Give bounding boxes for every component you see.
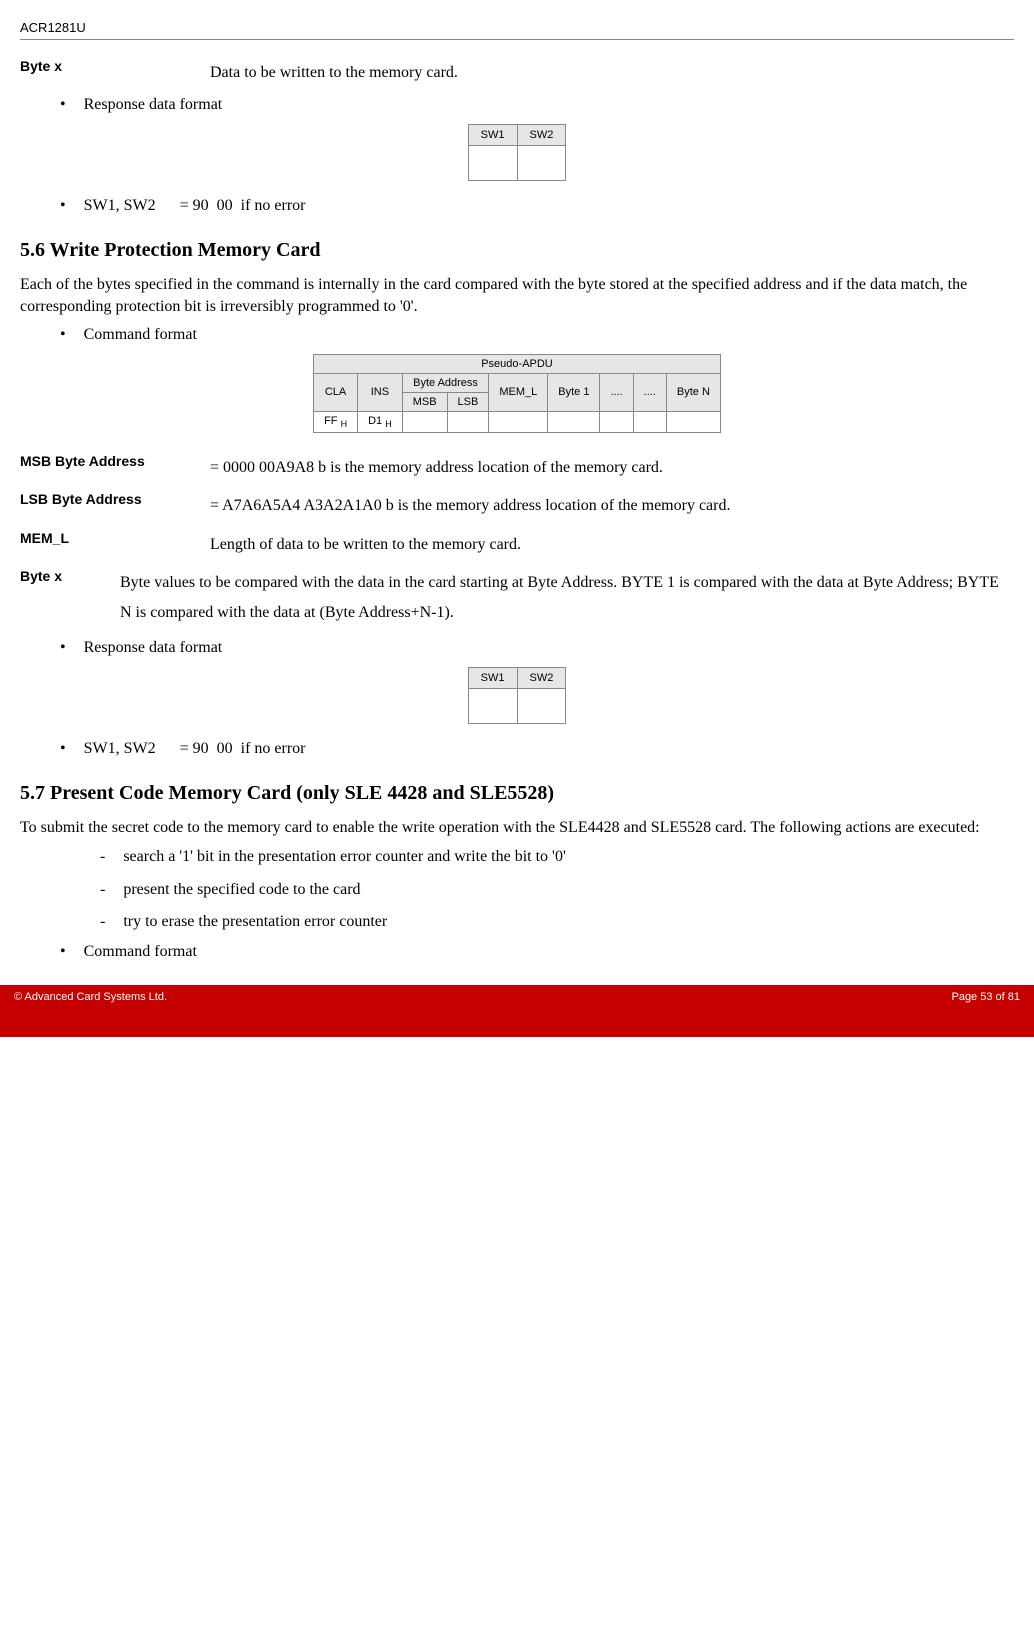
footer-left: © Advanced Card Systems Ltd.: [14, 991, 167, 1003]
bullet-icon: •: [60, 740, 66, 758]
command-format-label: Command format: [84, 326, 197, 344]
lsb-desc: = A7A6A5A4 A3A2A1A0 b is the memory addr…: [210, 491, 730, 521]
msb-label: MSB Byte Address: [20, 453, 210, 483]
sw-table-2: SW1 SW2: [468, 667, 567, 724]
sw2-header: SW2: [517, 667, 566, 688]
sw-table-1: SW1 SW2: [468, 124, 567, 181]
footer-right: Page 53 of 81: [951, 991, 1020, 1003]
apdu-title: Pseudo-APDU: [314, 354, 721, 373]
section-5-6-para: Each of the bytes specified in the comma…: [20, 274, 1014, 317]
dash-icon: -: [100, 879, 105, 901]
msb-desc: = 0000 00A9A8 b is the memory address lo…: [210, 453, 663, 483]
dash-item-3: - try to erase the presentation error co…: [100, 911, 1014, 933]
meml-row: MEM_L Length of data to be written to th…: [20, 530, 1014, 560]
dash-icon: -: [100, 846, 105, 868]
doc-header: ACR1281U: [20, 20, 1014, 40]
dash-3-text: try to erase the presentation error coun…: [123, 911, 387, 933]
byte-x-desc: Data to be written to the memory card.: [210, 58, 458, 88]
bullet-command-format: • Command format: [60, 326, 1014, 344]
response-data-format-label-2: Response data format: [84, 639, 223, 657]
dash-1-text: search a '1' bit in the presentation err…: [123, 846, 566, 868]
response-data-format-label: Response data format: [84, 96, 223, 114]
apdu-msb: MSB: [402, 392, 447, 411]
meml-label: MEM_L: [20, 530, 210, 560]
lsb-label: LSB Byte Address: [20, 491, 210, 521]
section-5-6-heading: 5.6 Write Protection Memory Card: [20, 239, 1014, 262]
dash-icon: -: [100, 911, 105, 933]
apdu-meml: MEM_L: [489, 373, 548, 411]
bytex-desc: Byte values to be compared with the data…: [120, 568, 1014, 629]
sw1-header: SW1: [468, 667, 517, 688]
lsb-row: LSB Byte Address = A7A6A5A4 A3A2A1A0 b i…: [20, 491, 1014, 521]
bullet-icon: •: [60, 197, 66, 215]
apdu-empty: [489, 411, 548, 432]
bullet-icon: •: [60, 943, 66, 961]
bytex-row: Byte x Byte values to be compared with t…: [20, 568, 1014, 629]
apdu-d1: D1 H: [358, 411, 403, 432]
apdu-byte1: Byte 1: [548, 373, 600, 411]
apdu-dots2: ....: [633, 373, 666, 411]
apdu-dots1: ....: [600, 373, 633, 411]
bullet-icon: •: [60, 326, 66, 344]
section-5-7-heading: 5.7 Present Code Memory Card (only SLE 4…: [20, 782, 1014, 805]
pseudo-apdu-table: Pseudo-APDU CLA INS Byte Address MEM_L B…: [313, 354, 721, 433]
byte-x-label: Byte x: [20, 58, 210, 88]
meml-desc: Length of data to be written to the memo…: [210, 530, 521, 560]
section-5-7-para: To submit the secret code to the memory …: [20, 817, 1014, 839]
apdu-lsb: LSB: [447, 392, 489, 411]
apdu-empty: [633, 411, 666, 432]
bullet-command-format-2: • Command format: [60, 943, 1014, 961]
sw2-cell: [517, 146, 566, 181]
sw1-header: SW1: [468, 125, 517, 146]
bullet-response-format-2: • Response data format: [60, 639, 1014, 657]
dash-item-1: - search a '1' bit in the presentation e…: [100, 846, 1014, 868]
sw-line-2: SW1, SW2 = 90 00 if no error: [84, 740, 306, 758]
apdu-byten: Byte N: [666, 373, 720, 411]
bullet-icon: •: [60, 639, 66, 657]
sw2-header: SW2: [517, 125, 566, 146]
dash-2-text: present the specified code to the card: [123, 879, 360, 901]
bullet-response-format: • Response data format: [60, 96, 1014, 114]
byte-x-row: Byte x Data to be written to the memory …: [20, 58, 1014, 88]
apdu-empty: [402, 411, 447, 432]
bytex-label: Byte x: [20, 568, 120, 629]
dash-list: - search a '1' bit in the presentation e…: [100, 846, 1014, 933]
page-footer: © Advanced Card Systems Ltd. Page 53 of …: [0, 985, 1034, 1009]
bullet-sw-line: • SW1, SW2 = 90 00 if no error: [60, 197, 1014, 215]
apdu-empty: [666, 411, 720, 432]
footer-bottom-bar: [0, 1009, 1034, 1037]
dash-item-2: - present the specified code to the card: [100, 879, 1014, 901]
sw1-cell: [468, 146, 517, 181]
apdu-empty: [447, 411, 489, 432]
apdu-ins: INS: [358, 373, 403, 411]
bullet-sw-line-2: • SW1, SW2 = 90 00 if no error: [60, 740, 1014, 758]
apdu-ff: FF H: [314, 411, 358, 432]
apdu-cla: CLA: [314, 373, 358, 411]
apdu-empty: [600, 411, 633, 432]
sw1-cell: [468, 688, 517, 723]
apdu-empty: [548, 411, 600, 432]
sw-line: SW1, SW2 = 90 00 if no error: [84, 197, 306, 215]
msb-row: MSB Byte Address = 0000 00A9A8 b is the …: [20, 453, 1014, 483]
command-format-label-2: Command format: [84, 943, 197, 961]
sw2-cell: [517, 688, 566, 723]
apdu-byte-address: Byte Address: [402, 373, 489, 392]
bullet-icon: •: [60, 96, 66, 114]
